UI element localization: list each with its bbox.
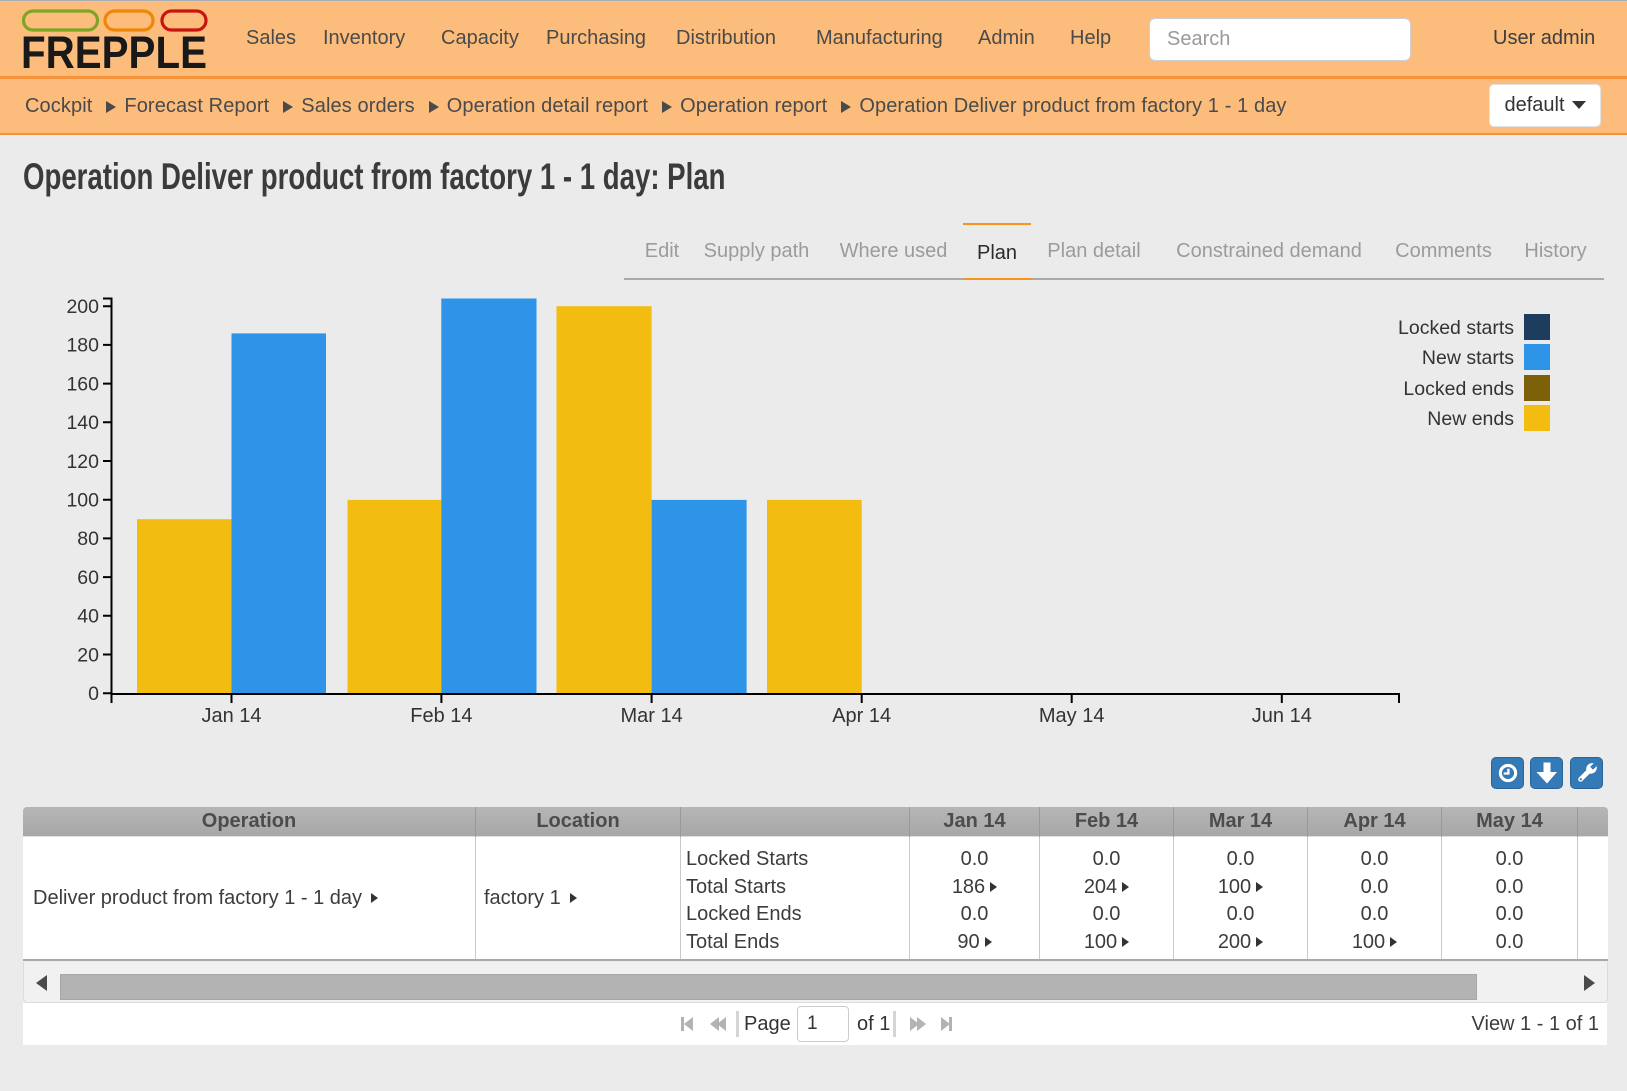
svg-text:20: 20 <box>77 644 99 666</box>
svg-text:Feb 14: Feb 14 <box>410 705 472 727</box>
svg-text:180: 180 <box>66 335 99 357</box>
svg-text:200: 200 <box>66 296 99 318</box>
svg-text:Jun 14: Jun 14 <box>1252 705 1312 727</box>
svg-text:Apr 14: Apr 14 <box>832 705 891 727</box>
svg-text:Mar 14: Mar 14 <box>620 705 682 727</box>
svg-text:FREPPLE: FREPPLE <box>22 27 207 70</box>
svg-text:New ends: New ends <box>1427 408 1514 430</box>
svg-text:Jan 14: Jan 14 <box>201 705 261 727</box>
svg-text:Locked starts: Locked starts <box>1398 317 1514 339</box>
svg-text:New starts: New starts <box>1422 347 1514 369</box>
svg-text:160: 160 <box>66 373 99 395</box>
svg-text:0: 0 <box>88 683 99 705</box>
svg-text:Locked ends: Locked ends <box>1403 378 1514 400</box>
svg-text:80: 80 <box>77 528 99 550</box>
svg-text:140: 140 <box>66 412 99 434</box>
svg-text:100: 100 <box>66 490 99 512</box>
svg-text:May 14: May 14 <box>1039 705 1105 727</box>
svg-text:60: 60 <box>77 567 99 589</box>
svg-text:40: 40 <box>77 606 99 628</box>
svg-text:120: 120 <box>66 451 99 473</box>
